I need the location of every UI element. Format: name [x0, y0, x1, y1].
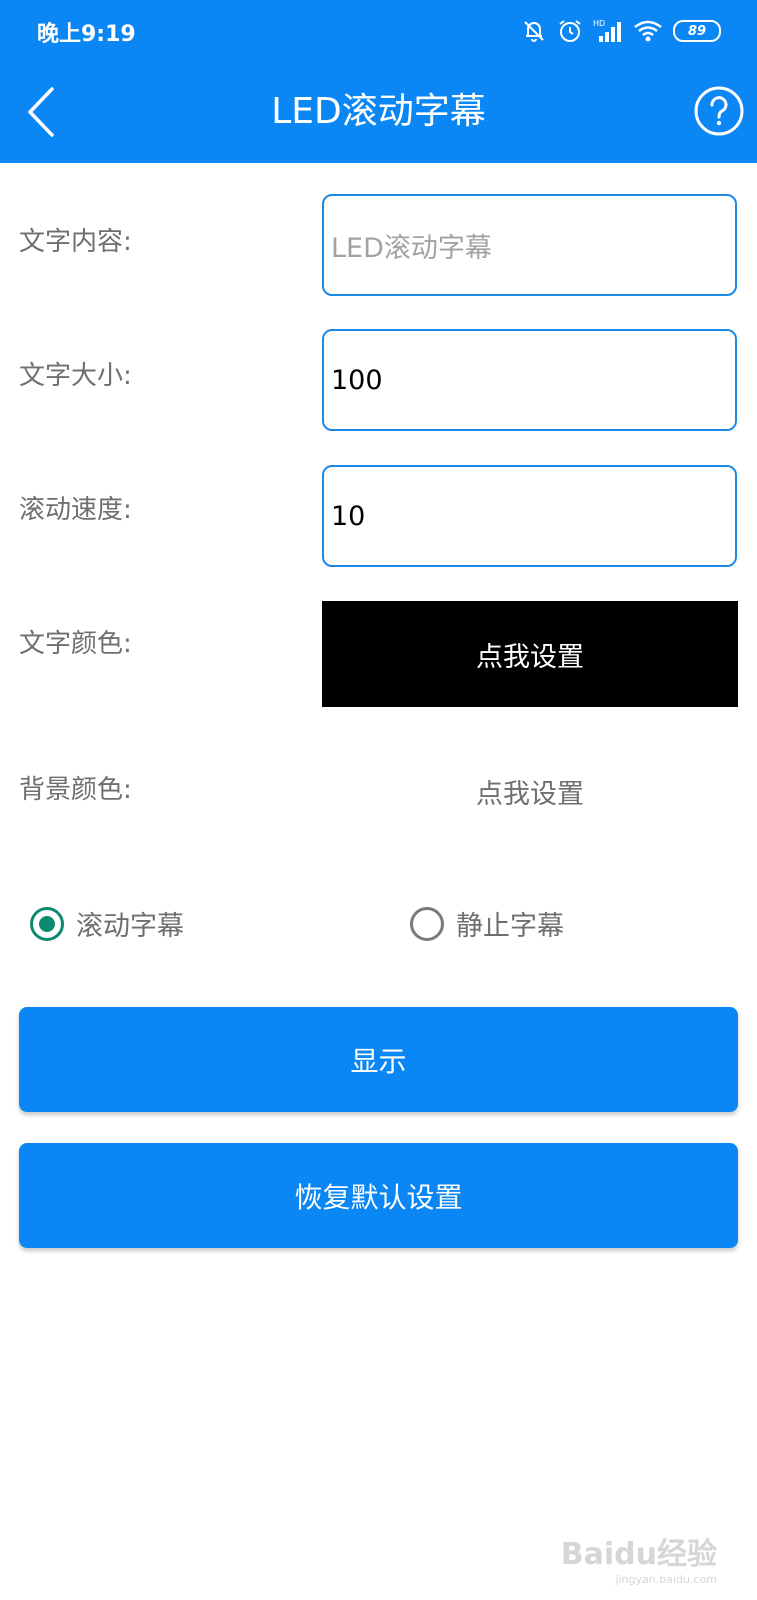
alarm-icon	[559, 20, 581, 42]
scroll-mode-radio[interactable]: 滚动字幕	[30, 904, 184, 943]
battery-indicator: 89	[673, 20, 721, 42]
scroll-mode-label: 滚动字幕	[76, 911, 184, 942]
radio-unchecked-icon	[410, 906, 444, 941]
svg-text:HD: HD	[593, 19, 605, 28]
speed-label: 滚动速度:	[19, 495, 132, 525]
status-icons: HD 89	[521, 14, 721, 48]
static-mode-radio[interactable]: 静止字幕	[410, 904, 564, 943]
mute-bell-icon	[524, 21, 544, 42]
page-title: LED滚动字幕	[271, 91, 486, 132]
size-input[interactable]: 100	[322, 329, 737, 431]
hd-signal-icon: HD	[593, 19, 621, 42]
bg-color-label: 背景颜色:	[19, 775, 132, 805]
size-label: 文字大小:	[19, 361, 132, 391]
speed-input[interactable]: 10	[322, 465, 737, 567]
status-time: 晚上9:19	[37, 22, 136, 47]
content-label: 文字内容:	[19, 227, 132, 257]
reset-defaults-button[interactable]: 恢复默认设置	[19, 1143, 738, 1248]
static-mode-label: 静止字幕	[456, 911, 564, 942]
wifi-icon	[634, 20, 662, 42]
show-button[interactable]: 显示	[19, 1007, 738, 1112]
watermark-url: jingyan.baidu.com	[615, 1573, 717, 1586]
watermark: Baidu经验 jingyan.baidu.com	[561, 1529, 717, 1586]
bg-color-button[interactable]: 点我设置	[322, 738, 738, 844]
app-bar: 晚上9:19 HD 89 LED滚动字幕	[0, 0, 757, 163]
content-input[interactable]: LED滚动字幕	[322, 194, 737, 296]
radio-checked-icon	[30, 906, 64, 941]
text-color-button[interactable]: 点我设置	[322, 601, 738, 707]
text-color-label: 文字颜色:	[19, 629, 132, 659]
watermark-brand: Baidu经验	[560, 1537, 717, 1572]
help-icon[interactable]	[693, 85, 745, 137]
